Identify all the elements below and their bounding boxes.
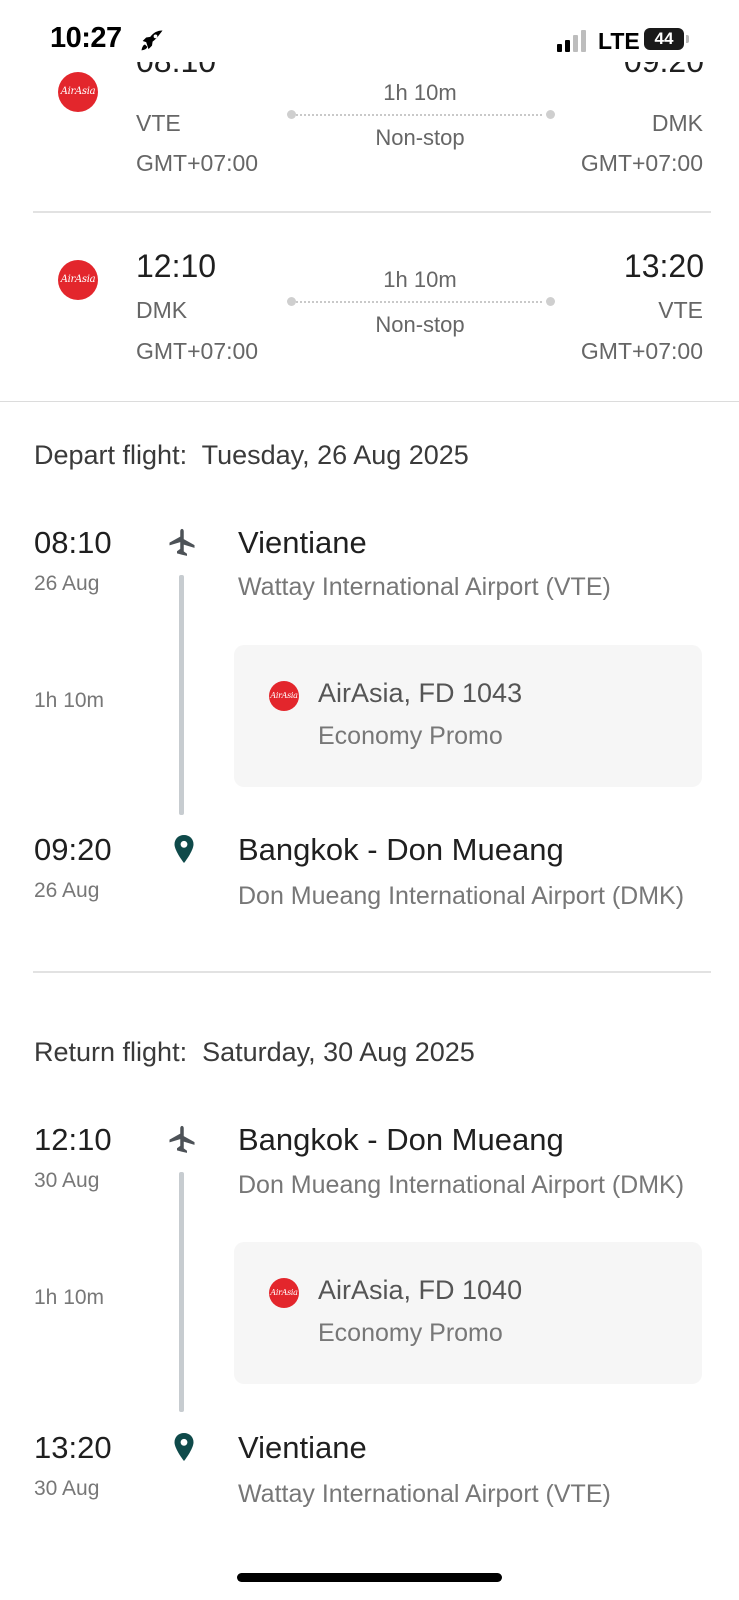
return-duration: 1h 10m: [34, 1286, 105, 1309]
airasia-logo-icon: AirAsia: [58, 72, 98, 112]
depart-section-title: Depart flight: Tuesday, 26 Aug 2025: [34, 440, 469, 471]
plane-icon: [169, 1125, 195, 1153]
depart-dep-airport: Wattay International Airport (VTE): [238, 573, 611, 601]
location-pin-icon: [174, 835, 194, 863]
depart-dep-city: Vientiane: [238, 525, 367, 560]
summary-arr-code: VTE: [658, 297, 703, 323]
section-divider: [33, 971, 711, 973]
depart-dep-date: 26 Aug: [34, 572, 100, 595]
depart-duration: 1h 10m: [34, 689, 105, 712]
summary-arr-time: 13:20: [623, 248, 704, 284]
timeline-line: [179, 575, 184, 815]
airasia-logo-icon: AirAsia: [269, 1278, 299, 1308]
summary-stops: Non-stop: [375, 125, 465, 150]
flight-info-card[interactable]: AirAsia AirAsia, FD 1040 Economy Promo: [234, 1242, 702, 1384]
summary-arr-gmt: GMT+07:00: [580, 150, 703, 176]
battery-indicator: 44: [644, 28, 684, 50]
return-arr-airport: Wattay International Airport (VTE): [238, 1480, 611, 1508]
signal-icon: [557, 30, 586, 52]
summary-arr-time: 09:20: [624, 62, 704, 80]
flight-number: AirAsia, FD 1040: [318, 1275, 523, 1305]
summary-arr-code: DMK: [651, 110, 703, 136]
depart-arr-date: 26 Aug: [34, 879, 100, 902]
summary-dep-code: VTE: [136, 110, 181, 136]
home-indicator[interactable]: [237, 1573, 502, 1582]
plane-icon: [169, 528, 195, 556]
route-line: [296, 114, 542, 116]
status-time: 10:27: [50, 22, 122, 54]
depart-arr-time: 09:20: [34, 832, 112, 867]
summary-arr-gmt: GMT+07:00: [580, 338, 703, 364]
summary-row-return[interactable]: AirAsia 12:10 DMK GMT+07:00 1h 10m Non-s…: [0, 230, 739, 380]
route-dot-end: [546, 110, 555, 119]
network-label: LTE: [598, 28, 640, 54]
flight-info-card[interactable]: AirAsia AirAsia, FD 1043 Economy Promo: [234, 645, 702, 787]
rocket-icon: [141, 30, 163, 51]
battery-tip: [686, 35, 689, 43]
location-pin-icon: [174, 1433, 194, 1461]
depart-arr-city: Bangkok - Don Mueang: [238, 832, 564, 867]
summary-duration: 1h 10m: [383, 80, 457, 105]
depart-label: Depart flight:: [34, 440, 188, 470]
return-date: Saturday, 30 Aug 2025: [202, 1037, 475, 1067]
return-arr-time: 13:20: [34, 1430, 112, 1465]
summary-divider: [33, 211, 711, 213]
summary-dep-code: DMK: [136, 297, 188, 323]
summary-row-outbound[interactable]: AirAsia 08:10 VTE GMT+07:00 1h 10m Non-s…: [0, 62, 739, 210]
return-dep-date: 30 Aug: [34, 1169, 100, 1192]
return-dep-airport: Don Mueang International Airport (DMK): [238, 1171, 685, 1199]
route-dot-start: [287, 297, 296, 306]
return-dep-time: 12:10: [34, 1122, 112, 1157]
summary-dep-gmt: GMT+07:00: [136, 338, 259, 364]
return-dep-city: Bangkok - Don Mueang: [238, 1122, 564, 1157]
return-label: Return flight:: [34, 1037, 188, 1067]
summary-dep-gmt: GMT+07:00: [136, 150, 259, 176]
fare-class: Economy Promo: [318, 722, 503, 750]
airasia-logo-icon: AirAsia: [269, 681, 299, 711]
flight-number: AirAsia, FD 1043: [318, 678, 523, 708]
depart-arr-airport: Don Mueang International Airport (DMK): [238, 882, 685, 910]
return-arr-date: 30 Aug: [34, 1477, 100, 1500]
depart-date: Tuesday, 26 Aug 2025: [201, 440, 469, 470]
route-dot-start: [287, 110, 296, 119]
depart-dep-time: 08:10: [34, 525, 112, 560]
fare-class: Economy Promo: [318, 1319, 503, 1347]
summary-dep-time: 08:10: [136, 62, 216, 80]
return-section-title: Return flight: Saturday, 30 Aug 2025: [34, 1037, 475, 1068]
airasia-logo-icon: AirAsia: [58, 260, 98, 300]
section-separator: [0, 401, 739, 402]
route-dot-end: [546, 297, 555, 306]
return-arr-city: Vientiane: [238, 1430, 367, 1465]
summary-stops: Non-stop: [375, 312, 465, 337]
timeline-line: [179, 1172, 184, 1412]
route-line: [296, 301, 542, 303]
summary-dep-time: 12:10: [136, 248, 217, 284]
summary-duration: 1h 10m: [383, 267, 457, 292]
